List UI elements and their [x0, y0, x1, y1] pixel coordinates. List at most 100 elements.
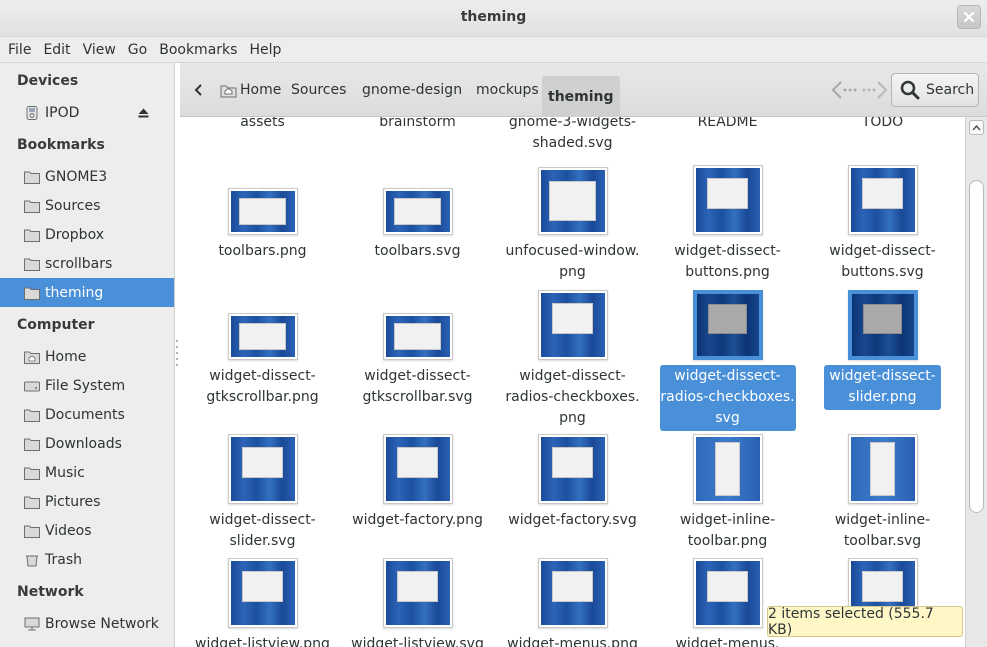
sidebar-item-label: Videos — [45, 522, 92, 539]
sidebar-item-label: Downloads — [45, 435, 122, 452]
file-item[interactable]: widget-inline-toolbar.svg — [805, 432, 960, 549]
ipod-icon — [24, 105, 40, 120]
file-name: toolbars.png — [218, 243, 307, 259]
file-name: toolbars.svg — [374, 243, 461, 259]
sidebar-item-label: Pictures — [45, 493, 101, 510]
file-item[interactable]: widget-listview.svg — [340, 556, 495, 647]
folder-icon — [24, 437, 40, 451]
file-name: svg — [715, 410, 740, 426]
title-bar: theming — [0, 0, 987, 37]
sidebar-heading-bookmarks: Bookmarks — [17, 137, 105, 153]
sidebar-item-music[interactable]: Music — [0, 458, 174, 487]
file-thumbnail — [692, 434, 763, 504]
sidebar-item-label: Documents — [45, 406, 125, 423]
menu-go[interactable]: Go — [122, 38, 153, 62]
breadcrumb-theming[interactable]: theming — [542, 76, 620, 117]
breadcrumb-sources[interactable]: Sources — [285, 76, 352, 104]
sidebar-item-label: Dropbox — [45, 226, 104, 243]
file-name: slider.svg — [229, 533, 296, 549]
file-item[interactable]: widget-dissect-radios-checkboxes. png — [495, 288, 650, 426]
menu-edit[interactable]: Edit — [37, 38, 76, 62]
sidebar-item-scrollbars[interactable]: scrollbars — [0, 249, 174, 278]
trash-icon — [24, 553, 40, 567]
sidebar-item-browse-network[interactable]: Browse Network — [0, 609, 174, 638]
history-back-button[interactable] — [831, 79, 857, 101]
pane-resize-handle[interactable] — [175, 340, 179, 366]
sidebar-item-home[interactable]: Home — [0, 342, 174, 371]
breadcrumb-label: theming — [548, 88, 614, 105]
sidebar-item-label: Trash — [45, 551, 82, 568]
vertical-scrollbar[interactable] — [965, 117, 987, 647]
breadcrumb-home[interactable]: Home — [214, 76, 287, 104]
sidebar-item-documents[interactable]: Documents — [0, 400, 174, 429]
sidebar-item-gnome3[interactable]: GNOME3 — [0, 162, 174, 191]
chevron-up-icon — [972, 124, 981, 130]
file-item[interactable]: widget-dissect-buttons.png — [650, 163, 805, 280]
breadcrumb-label: mockups — [476, 82, 539, 98]
folder-icon — [24, 286, 40, 300]
history-forward-button[interactable] — [862, 79, 888, 101]
file-name: widget-dissect- — [829, 243, 936, 259]
sidebar-item-theming[interactable]: theming — [0, 278, 174, 307]
file-name: README — [697, 117, 758, 130]
sidebar-item-pictures[interactable]: Pictures — [0, 487, 174, 516]
file-item[interactable]: widget-dissect-slider.svg — [185, 432, 340, 549]
menu-file[interactable]: File — [2, 38, 37, 62]
file-name: gtkscrollbar.svg — [362, 389, 473, 405]
search-button[interactable]: Search — [891, 73, 979, 107]
folder-icon — [24, 524, 40, 538]
file-name: toolbar.svg — [843, 533, 922, 549]
file-thumbnail — [692, 290, 763, 360]
menu-view[interactable]: View — [77, 38, 122, 62]
sidebar-item-label: Browse Network — [45, 615, 159, 632]
file-item[interactable]: toolbars.png — [185, 163, 340, 259]
sidebar-item-trash[interactable]: Trash — [0, 545, 174, 574]
file-item[interactable]: unfocused-window. png — [495, 163, 650, 280]
sidebar-item-label: GNOME3 — [45, 168, 108, 185]
sidebar-item-label: IPOD — [45, 104, 80, 121]
eject-icon[interactable] — [138, 106, 149, 122]
file-item[interactable]: widget-factory.svg — [495, 432, 650, 528]
sidebar-item-dropbox[interactable]: Dropbox — [0, 220, 174, 249]
breadcrumb-mockups[interactable]: mockups — [470, 76, 545, 104]
file-item[interactable]: widget-inline-toolbar.png — [650, 432, 805, 549]
file-thumbnail — [692, 165, 763, 235]
file-item[interactable]: toolbars.svg — [340, 163, 495, 259]
file-item[interactable]: widget-menus.png — [495, 556, 650, 647]
scroll-up-button[interactable] — [969, 120, 984, 135]
menu-bookmarks[interactable]: Bookmarks — [153, 38, 243, 62]
file-icon-view[interactable]: assets brainstorm gnome-3-widgets-shaded.s… — [180, 117, 965, 647]
menu-help[interactable]: Help — [243, 38, 287, 62]
path-back-button[interactable] — [188, 76, 210, 104]
file-thumbnail — [537, 167, 608, 235]
home-folder-icon — [220, 85, 237, 97]
file-item[interactable]: widget-factory.png — [340, 432, 495, 528]
file-item[interactable]: widget-dissect-gtkscrollbar.svg — [340, 288, 495, 405]
sidebar-item-label: Music — [45, 464, 85, 481]
sidebar-item-downloads[interactable]: Downloads — [0, 429, 174, 458]
folder-icon — [24, 257, 40, 271]
file-item[interactable]: widget-dissect-buttons.svg — [805, 163, 960, 280]
file-name: widget-listview.png — [195, 636, 330, 647]
file-name: png — [559, 264, 586, 280]
file-thumbnail — [382, 434, 453, 504]
file-name: widget-factory.png — [352, 512, 483, 528]
close-button[interactable] — [957, 5, 981, 29]
sidebar-item-sources[interactable]: Sources — [0, 191, 174, 220]
scrollbar-thumb[interactable] — [969, 180, 984, 513]
file-item[interactable]: widget-dissect-slider.png — [805, 288, 960, 410]
network-icon — [24, 617, 40, 631]
file-thumbnail — [692, 558, 763, 628]
sidebar-item-videos[interactable]: Videos — [0, 516, 174, 545]
file-item[interactable]: widget-dissect-radios-checkboxes. svg — [650, 288, 805, 431]
file-item[interactable]: widget-listview.png — [185, 556, 340, 647]
sidebar-item-file-system[interactable]: File System — [0, 371, 174, 400]
breadcrumb-gnome-design[interactable]: gnome-design — [356, 76, 468, 104]
file-thumbnail — [382, 188, 453, 235]
arrow-forward-icon — [862, 81, 888, 99]
folder-icon — [24, 495, 40, 509]
file-item[interactable]: widget-dissect-gtkscrollbar.png — [185, 288, 340, 405]
sidebar-item-ipod[interactable]: IPOD — [0, 98, 174, 127]
file-name: shaded.svg — [532, 135, 613, 151]
breadcrumb-label: Sources — [291, 82, 347, 98]
